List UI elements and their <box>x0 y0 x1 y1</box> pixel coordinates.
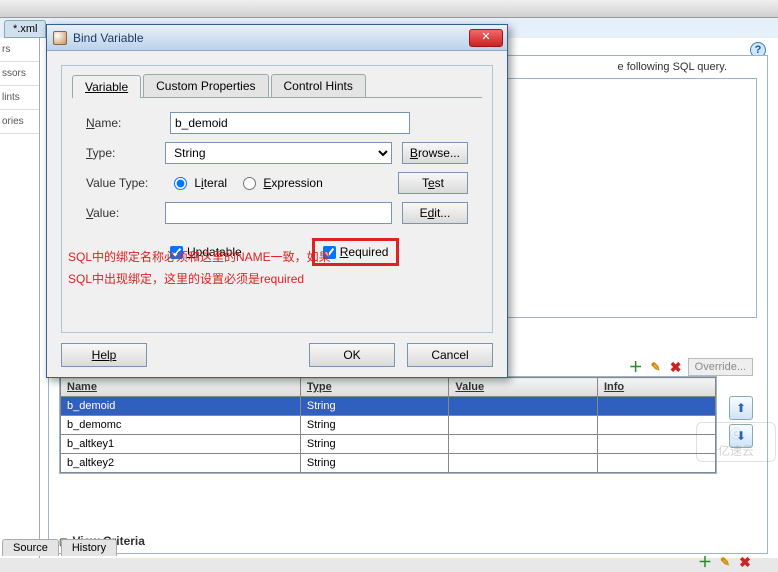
variable-form: Name: Type: String Browse... Value Type:… <box>72 97 482 266</box>
col-value[interactable]: Value <box>449 378 598 397</box>
cell-value <box>449 454 598 473</box>
table-row[interactable]: b_altkey1String <box>61 435 716 454</box>
edit-icon[interactable]: ✎ <box>717 554 733 570</box>
cell-name: b_demomc <box>61 416 301 435</box>
table-row[interactable]: b_demomcString <box>61 416 716 435</box>
bottom-tab-history[interactable]: History <box>61 539 117 556</box>
cell-name: b_demoid <box>61 397 301 416</box>
cell-info <box>597 416 715 435</box>
tab-control-hints[interactable]: Control Hints <box>271 74 366 97</box>
java-cup-icon <box>53 31 67 45</box>
help-button[interactable]: Help <box>61 343 147 367</box>
dialog-body: Variable Custom Properties Control Hints… <box>61 65 493 333</box>
bind-variables-table: Name Type Value Info b_demoidStringb_dem… <box>59 376 717 474</box>
bottom-tab-source[interactable]: Source <box>2 539 59 556</box>
table-row[interactable]: b_demoidString <box>61 397 716 416</box>
type-select[interactable]: String <box>165 142 392 164</box>
value-type-label: Value Type: <box>86 176 170 190</box>
cell-value <box>449 397 598 416</box>
value-label: Value: <box>86 206 165 220</box>
override-button[interactable]: Override... <box>688 358 753 376</box>
type-label: Type: <box>86 146 165 160</box>
dialog-title: Bind Variable <box>73 31 469 45</box>
dialog-titlebar[interactable]: Bind Variable ✕ <box>47 25 507 51</box>
literal-radio[interactable]: Literal <box>174 176 227 190</box>
table-header-row: Name Type Value Info <box>61 378 716 397</box>
ok-button[interactable]: OK <box>309 343 395 367</box>
cell-type: String <box>300 416 449 435</box>
browse-button[interactable]: Browse... <box>402 142 468 164</box>
move-up-button[interactable]: ⬆ <box>729 396 753 420</box>
move-down-button[interactable]: ⬇ <box>729 424 753 448</box>
name-input[interactable] <box>170 112 410 134</box>
sidebar-item[interactable]: ories <box>0 110 39 134</box>
edit-icon[interactable]: ✎ <box>648 359 664 375</box>
table-row[interactable]: b_altkey2String <box>61 454 716 473</box>
dialog-tabs: Variable Custom Properties Control Hints <box>72 74 492 97</box>
cell-info <box>597 435 715 454</box>
dialog-footer: Help OK Cancel <box>61 343 493 367</box>
tab-variable[interactable]: Variable <box>72 75 141 98</box>
cell-value <box>449 435 598 454</box>
col-info[interactable]: Info <box>597 378 715 397</box>
cell-name: b_altkey2 <box>61 454 301 473</box>
close-button[interactable]: ✕ <box>469 29 503 47</box>
view-criteria-actions: ＋ ✎ ✖ <box>697 554 753 570</box>
bg-toolbar <box>0 0 778 18</box>
cell-value <box>449 416 598 435</box>
cell-type: String <box>300 397 449 416</box>
delete-icon[interactable]: ✖ <box>668 359 684 375</box>
bind-var-actions: ＋ ✎ ✖ Override... <box>628 358 753 376</box>
cell-info <box>597 397 715 416</box>
sidebar-item[interactable]: ssors <box>0 62 39 86</box>
col-type[interactable]: Type <box>300 378 449 397</box>
bg-tab-row: *.xml <box>0 20 46 38</box>
annotation-note: SQL中的绑定名称必须和这里的NAME一致，如果 SQL中出现绑定，这里的设置必… <box>68 246 486 290</box>
cell-name: b_altkey1 <box>61 435 301 454</box>
bg-left-panel: rs ssors lints ories <box>0 38 40 558</box>
bottom-tabs: Source History <box>2 539 117 556</box>
value-input[interactable] <box>165 202 392 224</box>
col-name[interactable]: Name <box>61 378 301 397</box>
delete-icon[interactable]: ✖ <box>737 554 753 570</box>
add-icon[interactable]: ＋ <box>628 359 644 375</box>
sidebar-item[interactable]: lints <box>0 86 39 110</box>
test-button[interactable]: Test <box>398 172 468 194</box>
bind-variable-dialog: Bind Variable ✕ Variable Custom Properti… <box>46 24 508 378</box>
edit-button[interactable]: Edit... <box>402 202 468 224</box>
bg-hint-text: e following SQL query. <box>618 61 727 73</box>
cell-info <box>597 454 715 473</box>
tab-custom-properties[interactable]: Custom Properties <box>143 74 268 97</box>
cell-type: String <box>300 454 449 473</box>
cancel-button[interactable]: Cancel <box>407 343 493 367</box>
sidebar-item[interactable]: rs <box>0 38 39 62</box>
cell-type: String <box>300 435 449 454</box>
name-label: Name: <box>86 116 170 130</box>
reorder-buttons: ⬆ ⬇ <box>729 396 753 448</box>
bg-tab[interactable]: *.xml <box>4 20 46 38</box>
add-icon[interactable]: ＋ <box>697 554 713 570</box>
expression-radio[interactable]: Expression <box>243 176 323 190</box>
